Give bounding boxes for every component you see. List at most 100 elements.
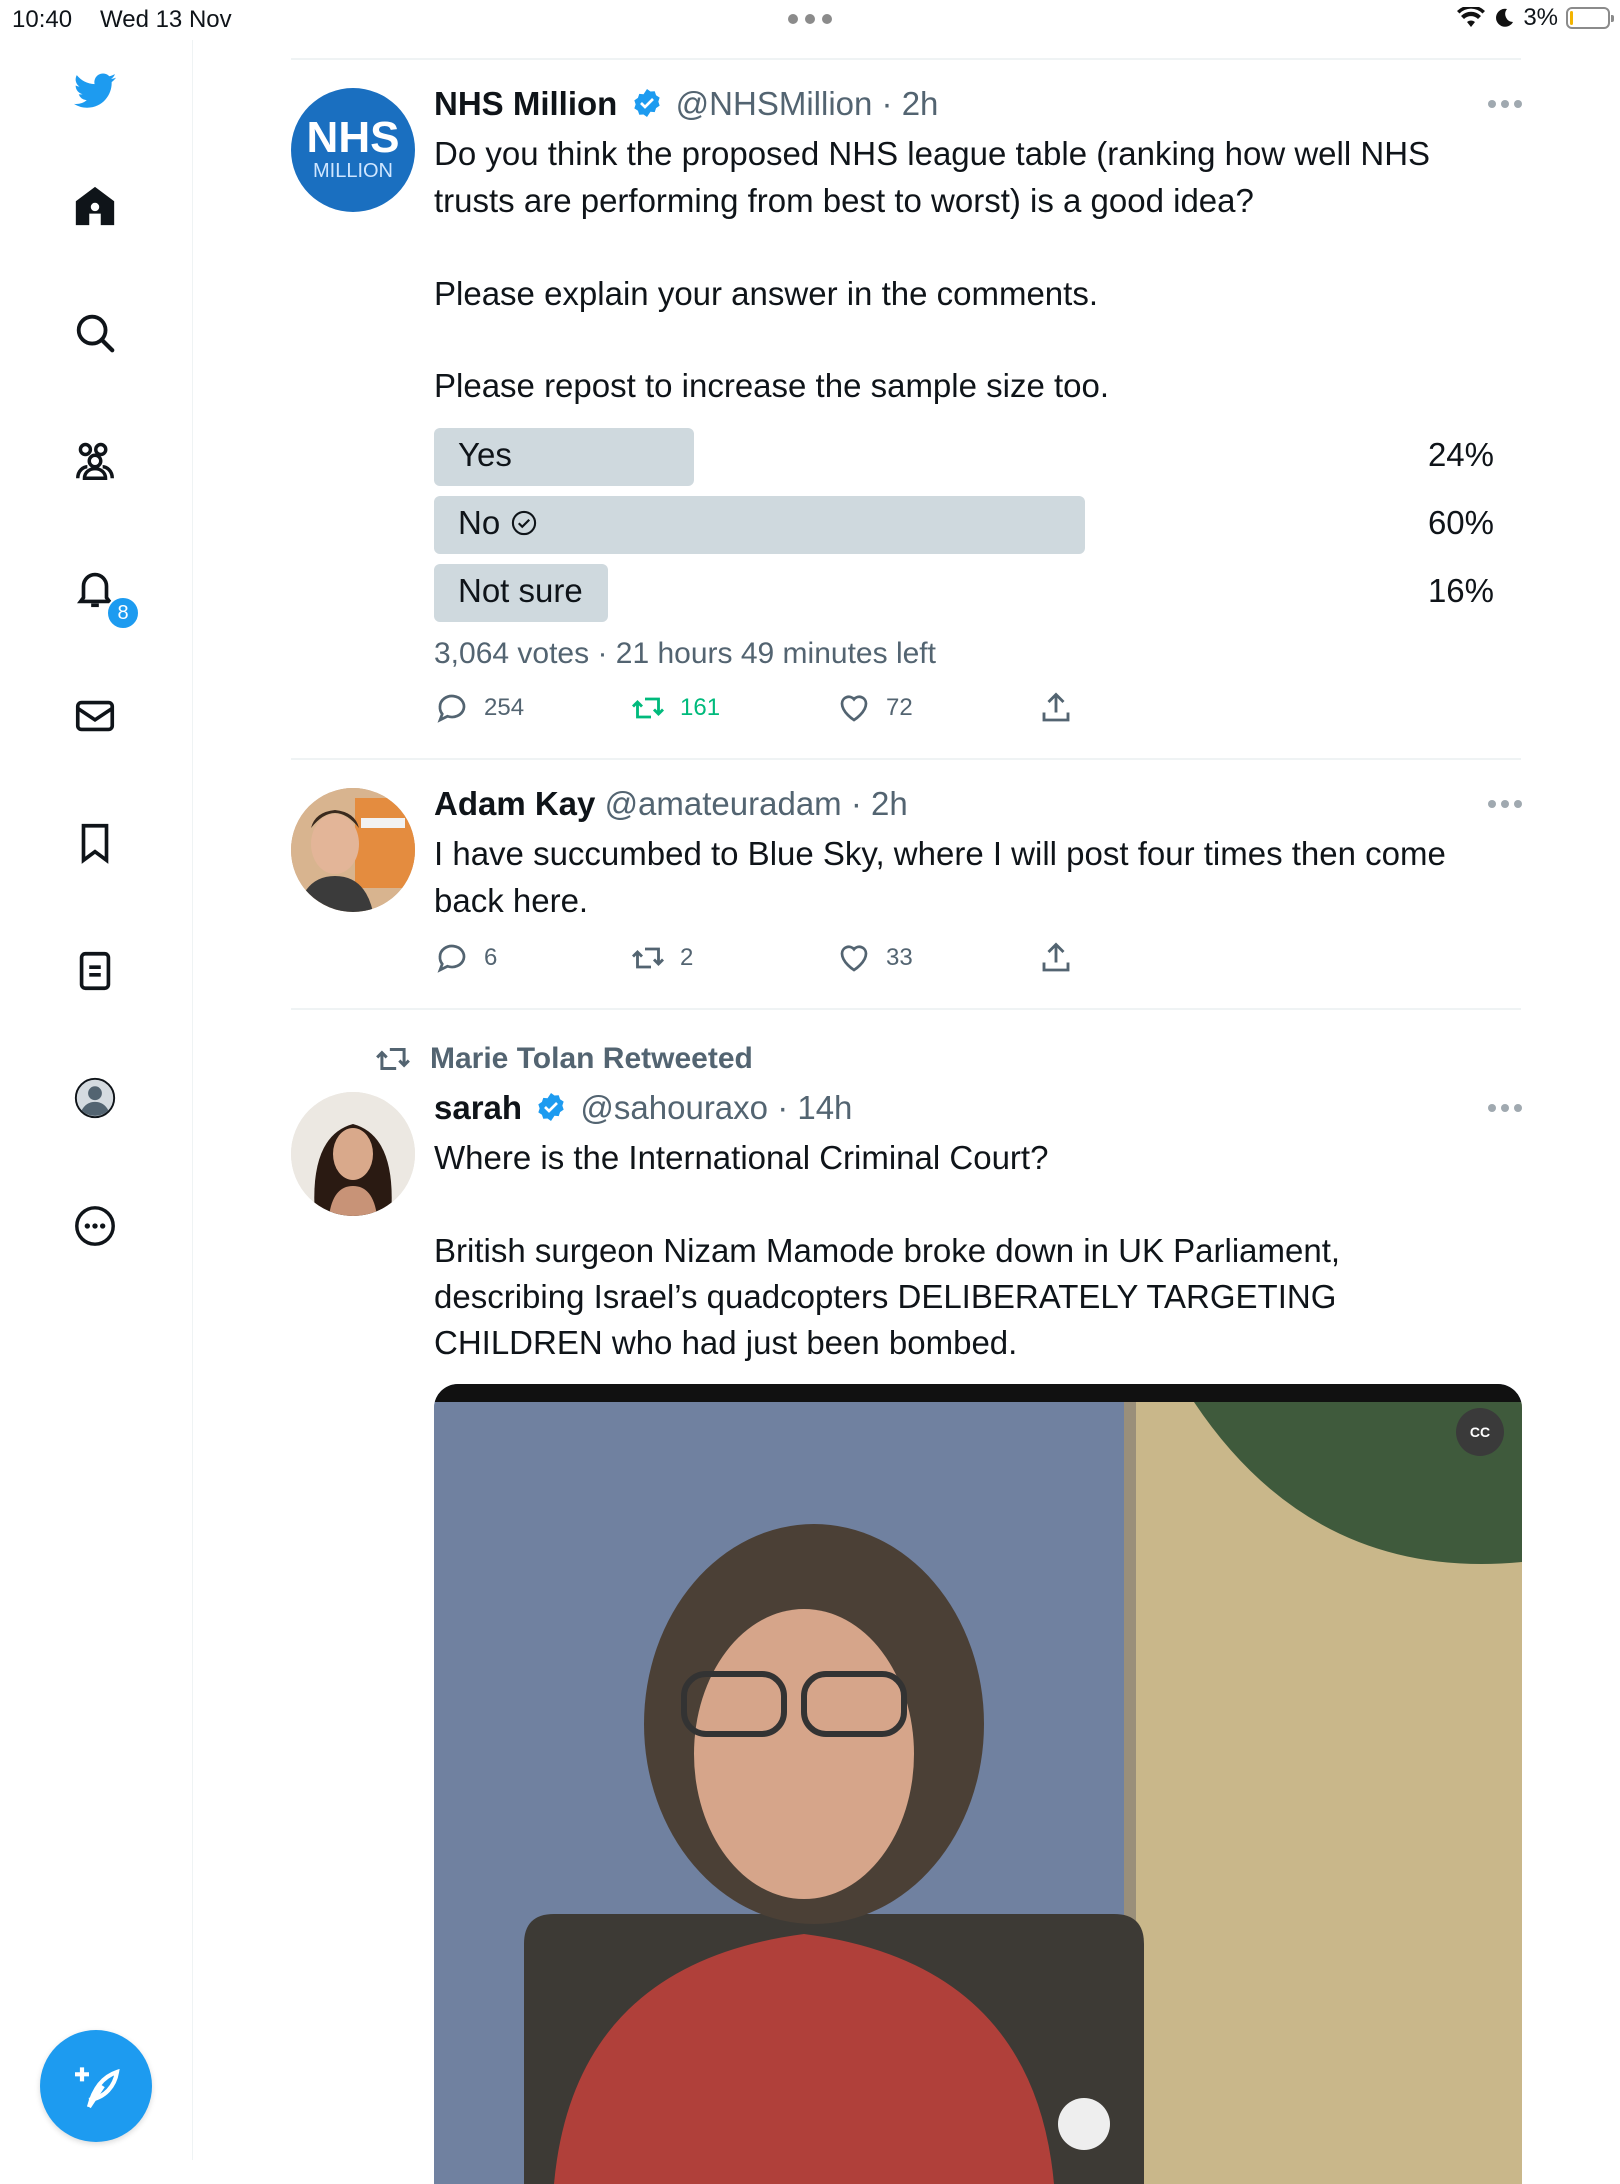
poll-meta: 3,064 votes · 21 hours 49 minutes left: [434, 637, 936, 670]
tweet-text-line: CHILDREN who had just been bombed.: [434, 1324, 1018, 1361]
retweet-count: 2: [680, 944, 694, 971]
tweet-text-line: trusts are performing from best to worst…: [434, 182, 1254, 219]
status-bar: 10:40 Wed 13 Nov 3%: [0, 0, 1620, 40]
author-handle[interactable]: @amateuradam: [605, 785, 842, 822]
avatar-million-text: MILLION: [312, 160, 394, 182]
retweeted-by[interactable]: Marie Tolan Retweeted: [374, 1040, 753, 1078]
verified-badge-icon: [538, 1093, 564, 1121]
poll-option[interactable]: Yes 24%: [434, 428, 1494, 486]
author-name[interactable]: NHS Million: [434, 85, 617, 122]
like-count: 72: [886, 694, 913, 721]
battery-percent: 3%: [1523, 4, 1558, 31]
feed-top-divider: [291, 58, 1521, 60]
communities-icon[interactable]: [67, 433, 123, 489]
twitter-logo-icon[interactable]: [67, 64, 123, 120]
tweet-time[interactable]: · 14h: [777, 1089, 852, 1126]
poll-option-label: Not sure: [458, 572, 583, 609]
retweet-icon: [631, 697, 665, 719]
home-icon[interactable]: [67, 178, 123, 234]
tweet-text-line: Where is the International Criminal Cour…: [434, 1139, 1049, 1176]
like-button[interactable]: 72: [836, 690, 913, 726]
tweet-more-icon[interactable]: [1488, 800, 1522, 810]
tweet-text-line: Please explain your answer in the commen…: [434, 275, 1098, 312]
like-button[interactable]: 33: [836, 940, 913, 976]
like-count: 33: [886, 944, 913, 971]
reply-button[interactable]: 254: [434, 690, 524, 726]
tweet-header: NHS Million @NHSMillion · 2h: [434, 85, 938, 123]
tweet-text-line: back here.: [434, 882, 589, 919]
retweet-icon: [631, 947, 665, 969]
video-frame: [434, 1384, 1522, 2184]
tweet-header: Adam Kay @amateuradam · 2h: [434, 785, 908, 823]
battery-icon: [1566, 7, 1614, 29]
share-icon: [1042, 942, 1070, 972]
avatar-photo: [291, 1092, 415, 1216]
avatar[interactable]: NHS MILLION: [291, 88, 415, 212]
retweet-button[interactable]: 2: [630, 940, 693, 976]
video-player[interactable]: CC: [434, 1384, 1522, 2184]
poll-option[interactable]: Not sure 16%: [434, 564, 1494, 622]
selected-check-icon: [512, 510, 537, 536]
avatar[interactable]: [291, 1092, 415, 1216]
author-handle[interactable]: @sahouraxo: [580, 1089, 768, 1126]
avatar-photo: [291, 788, 415, 912]
compose-tweet-button[interactable]: [40, 2030, 152, 2142]
heart-icon: [840, 695, 868, 722]
heart-icon: [840, 945, 868, 972]
reply-icon: [437, 944, 466, 973]
lists-icon[interactable]: [67, 943, 123, 999]
moon-icon: [1496, 8, 1514, 27]
tweet-actions: 6 2 33: [434, 940, 1094, 980]
tweet-text-line: Please repost to increase the sample siz…: [434, 367, 1110, 404]
sidebar: 8: [0, 40, 193, 2160]
author-name[interactable]: sarah: [434, 1089, 522, 1126]
tweet-text-line: Do you think the proposed NHS league tab…: [434, 135, 1431, 172]
messages-envelope-icon[interactable]: [67, 688, 123, 744]
reply-count: 254: [484, 694, 525, 721]
retweet-count: 161: [680, 694, 721, 721]
tweet-time[interactable]: · 2h: [882, 85, 939, 122]
status-date: Wed 13 Nov: [100, 6, 232, 33]
search-icon[interactable]: [67, 305, 123, 361]
tweet-text-line: British surgeon Nizam Mamode broke down …: [434, 1232, 1341, 1269]
poll-percent: 60%: [1427, 504, 1494, 541]
compose-feather-icon: [75, 2067, 120, 2109]
retweet-button[interactable]: 161: [630, 690, 720, 726]
tweet-more-icon[interactable]: [1488, 1104, 1522, 1114]
wifi-icon: [1457, 7, 1486, 27]
multitasking-dots[interactable]: [788, 14, 832, 24]
share-icon: [1042, 692, 1070, 722]
profile-avatar-icon[interactable]: [67, 1070, 123, 1126]
share-button[interactable]: [1038, 940, 1074, 976]
poll-option-label: No: [458, 504, 501, 541]
tweet-more-icon[interactable]: [1488, 100, 1522, 110]
author-handle[interactable]: @NHSMillion: [676, 85, 873, 122]
poll-option[interactable]: No 60%: [434, 496, 1494, 554]
retweet-icon: [376, 1047, 410, 1071]
status-time: 10:40: [12, 6, 73, 33]
poll-percent: 16%: [1427, 572, 1494, 609]
retweeted-by-label: Marie Tolan Retweeted: [430, 1042, 753, 1075]
bookmarks-icon[interactable]: [67, 815, 123, 871]
verified-badge-icon: [633, 89, 660, 117]
tweet-header: sarah @sahouraxo · 14h: [434, 1089, 852, 1127]
tweet-divider: [291, 1008, 1521, 1010]
author-name[interactable]: Adam Kay: [434, 785, 595, 822]
closed-captions-icon[interactable]: CC: [1456, 1408, 1504, 1456]
closed-captions-label: CC: [1469, 1424, 1491, 1440]
tweet-text-line: I have succumbed to Blue Sky, where I wi…: [434, 835, 1446, 872]
reply-count: 6: [484, 944, 498, 971]
avatar[interactable]: [291, 788, 415, 912]
more-options-icon[interactable]: [67, 1198, 123, 1254]
tweet-actions: 254 161 72: [434, 690, 1094, 730]
tweet-divider: [291, 758, 1521, 760]
poll-percent: 24%: [1427, 436, 1494, 473]
share-button[interactable]: [1038, 690, 1074, 726]
tweet-text-line: describing Israel’s quadcopters DELIBERA…: [434, 1278, 1337, 1315]
tweet-time[interactable]: · 2h: [851, 785, 908, 822]
reply-button[interactable]: 6: [434, 940, 497, 976]
status-indicators: 3%: [1457, 4, 1614, 32]
avatar-nhs-text: NHS: [306, 113, 400, 162]
poll-option-label: Yes: [458, 436, 512, 473]
notification-count-badge: 8: [106, 596, 140, 630]
